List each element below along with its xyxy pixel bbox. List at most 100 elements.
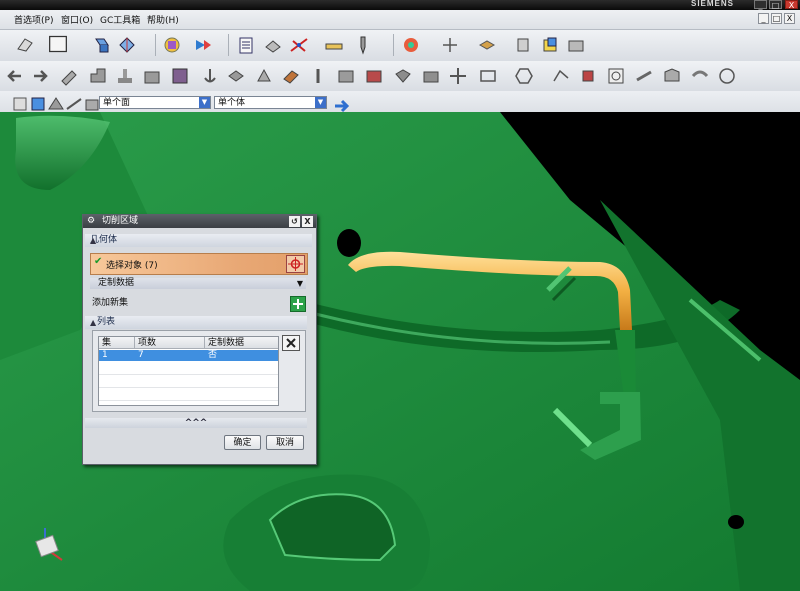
column-header-set[interactable]: 集 <box>99 337 135 349</box>
block-icon[interactable] <box>170 66 190 86</box>
add-new-set-row: 添加新集 <box>90 296 306 312</box>
polygon-icon[interactable] <box>514 66 534 86</box>
intersect-icon[interactable] <box>421 66 441 86</box>
geometry-group-header[interactable]: 几何体 ▲ <box>85 234 312 247</box>
dialog-close-button[interactable]: X <box>302 216 313 227</box>
divider <box>99 400 278 401</box>
part-icon[interactable] <box>540 35 560 55</box>
close-button[interactable]: X <box>785 0 798 10</box>
separator <box>155 34 156 56</box>
measure-icon[interactable] <box>324 35 344 55</box>
mirror-icon[interactable] <box>578 66 598 86</box>
chevron-down-icon[interactable]: ▼ <box>315 97 326 108</box>
chevron-up-icon[interactable]: ▲ <box>90 316 304 329</box>
menu-window[interactable]: 窗口(O) <box>61 13 93 26</box>
cancel-button[interactable]: 取消 <box>266 435 304 450</box>
create-program-icon[interactable] <box>193 35 213 55</box>
select-edge-icon[interactable] <box>64 94 82 110</box>
chamfer-icon[interactable] <box>88 66 108 86</box>
select-face-icon[interactable] <box>46 94 64 110</box>
crosshair-select-icon[interactable] <box>286 255 305 273</box>
crosshair-icon[interactable] <box>440 35 460 55</box>
body-filter-value: 单个体 <box>218 98 246 108</box>
post-process-icon[interactable] <box>263 35 283 55</box>
close-icon <box>286 338 296 348</box>
chevron-down-icon[interactable]: ▼ <box>297 278 303 289</box>
arrow-right-icon[interactable] <box>30 66 50 86</box>
move-icon[interactable] <box>448 66 468 86</box>
doc-minimize-button[interactable]: _ <box>758 13 769 24</box>
shell-icon[interactable] <box>226 66 246 86</box>
custom-data-label: 定制数据 <box>98 278 135 288</box>
circle-icon[interactable] <box>717 66 737 86</box>
dialog-title: 切削区域 <box>102 216 139 226</box>
custom-data-header[interactable]: 定制数据 ▼ <box>90 278 306 289</box>
doc-close-button[interactable]: X <box>784 13 795 24</box>
ok-button[interactable]: 确定 <box>224 435 261 450</box>
component-icon[interactable] <box>566 35 586 55</box>
select-filter-icon[interactable] <box>10 94 27 111</box>
pattern-icon[interactable] <box>551 66 571 86</box>
revolve-icon[interactable] <box>117 35 137 55</box>
select-body-icon[interactable] <box>28 94 45 111</box>
unite-icon[interactable] <box>364 66 384 86</box>
cell-custom: 否 <box>208 350 218 360</box>
pocket-icon[interactable] <box>142 66 162 86</box>
gear-icon[interactable]: ⚙ <box>87 215 95 228</box>
sweep-icon[interactable] <box>690 66 710 86</box>
divider <box>99 374 278 375</box>
edge-blend-icon[interactable] <box>59 66 79 86</box>
groove-icon[interactable] <box>662 66 682 86</box>
shop-doc-icon[interactable] <box>236 35 256 55</box>
menu-bar: 首选项(P) 窗口(O) GC工具箱 帮助(H) _ □ X <box>0 10 800 30</box>
face-filter-select[interactable]: 单个面 ▼ <box>99 96 211 109</box>
subtract-icon[interactable] <box>393 66 413 86</box>
extrude-icon[interactable] <box>92 35 112 55</box>
split-body-icon[interactable] <box>336 66 356 86</box>
dialog-title-bar[interactable]: ⚙ 切削区域 ↺ X <box>83 215 316 228</box>
operation-navigator-icon[interactable] <box>162 35 182 55</box>
face-filter-value: 单个面 <box>103 98 131 108</box>
list-group-header[interactable]: 列表 ▲ <box>85 316 307 329</box>
set-list-table[interactable]: 集 项数 定制数据 1 7 否 <box>98 336 279 406</box>
doc-restore-button[interactable]: □ <box>771 13 782 24</box>
layer-icon[interactable] <box>477 35 497 55</box>
arrow-left-icon[interactable] <box>5 66 25 86</box>
menu-preferences[interactable]: 首选项(P) <box>14 13 53 26</box>
add-new-set-label: 添加新集 <box>92 298 129 308</box>
menu-help[interactable]: 帮助(H) <box>147 13 179 26</box>
cell-set: 1 <box>102 350 108 360</box>
body-filter-select[interactable]: 单个体 ▼ <box>214 96 327 109</box>
hole-icon[interactable] <box>606 66 626 86</box>
restore-button[interactable]: □ <box>769 0 782 10</box>
draft-icon[interactable] <box>254 66 274 86</box>
mill-tool-icon[interactable] <box>353 35 373 55</box>
checkmark-icon: ✔ <box>94 256 103 267</box>
chevron-down-icon[interactable]: ▼ <box>199 97 210 108</box>
reset-button[interactable]: ↺ <box>289 216 300 227</box>
arrow-right-icon[interactable] <box>332 96 350 113</box>
column-header-custom[interactable]: 定制数据 <box>205 337 278 349</box>
sketch-icon[interactable] <box>15 35 35 55</box>
column-header-count[interactable]: 项数 <box>135 337 205 349</box>
more-options-toggle[interactable]: ^^^ <box>85 418 307 428</box>
select-feature-icon[interactable] <box>82 94 99 111</box>
anchor-icon[interactable] <box>200 66 220 86</box>
chevron-up-icon[interactable]: ▲ <box>90 234 309 247</box>
delete-set-button[interactable] <box>282 335 300 351</box>
trim-body-icon[interactable] <box>308 66 328 86</box>
display-mode-icon[interactable] <box>48 34 72 56</box>
analysis-icon[interactable] <box>401 35 421 55</box>
boss-icon[interactable] <box>115 66 135 86</box>
toolpath-icon[interactable] <box>289 35 309 55</box>
assembly-icon[interactable] <box>513 35 533 55</box>
thread-icon[interactable] <box>634 66 654 86</box>
add-set-icon[interactable] <box>290 296 306 312</box>
rectangle-icon[interactable] <box>478 66 498 86</box>
select-object-label: 选择对象 (7) <box>106 261 158 271</box>
offset-face-icon[interactable] <box>281 66 301 86</box>
separator <box>393 34 394 56</box>
menu-gc-toolbox[interactable]: GC工具箱 <box>100 13 140 26</box>
minimize-button[interactable]: _ <box>754 0 767 10</box>
select-object-row[interactable]: ✔ 选择对象 (7) <box>90 253 308 275</box>
